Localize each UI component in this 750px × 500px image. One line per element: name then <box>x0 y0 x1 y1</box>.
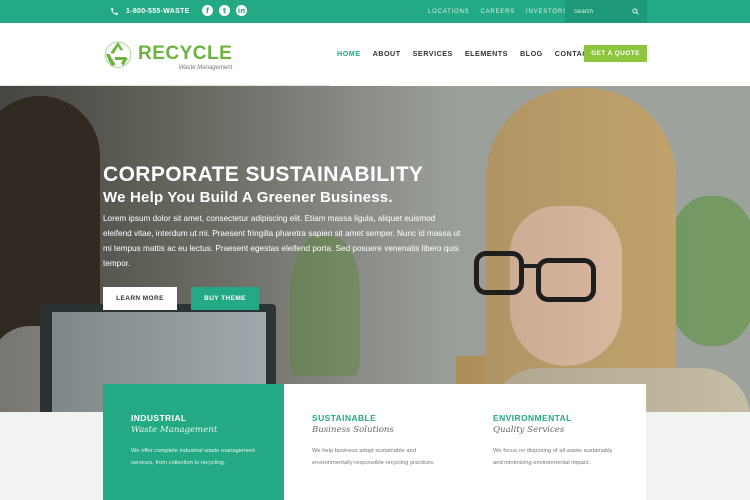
nav-item-blog[interactable]: BLOG <box>520 49 543 58</box>
phone-icon <box>111 8 118 15</box>
top-link-investors[interactable]: INVESTORS <box>526 9 568 15</box>
top-link-locations[interactable]: LOCATIONS <box>428 9 469 15</box>
search-input[interactable] <box>574 8 630 15</box>
logo-tagline: Waste Management <box>178 65 233 71</box>
feature-title: SUSTAINABLE <box>312 413 377 423</box>
phone-number: 1-800-555-WASTE <box>126 8 190 15</box>
feature-industrial[interactable]: INDUSTRIAL Waste Management We offer com… <box>103 384 284 500</box>
feature-body: We focus on disposing of all waste susta… <box>493 448 613 466</box>
feature-title: ENVIRONMENTAL <box>493 413 572 423</box>
feature-subtitle: Waste Management <box>131 425 218 435</box>
main-header: RECYCLE Waste Management HOME ABOUT SERV… <box>0 23 750 87</box>
feature-boxes: INDUSTRIAL Waste Management We offer com… <box>103 384 647 500</box>
get-quote-button[interactable]: GET A QUOTE <box>584 45 647 62</box>
linkedin-icon[interactable]: in <box>236 5 247 16</box>
hero-section: CORPORATE SUSTAINABILITY We Help You Bui… <box>0 86 750 412</box>
search-icon[interactable] <box>632 8 639 15</box>
main-nav: HOME ABOUT SERVICES ELEMENTS BLOG CONTAC… <box>337 49 593 58</box>
facebook-icon[interactable]: f <box>202 5 213 16</box>
search-box <box>565 0 647 23</box>
feature-subtitle: Quality Services <box>493 425 565 435</box>
top-links: LOCATIONS CAREERS INVESTORS <box>428 0 568 23</box>
twitter-icon[interactable]: t <box>219 5 230 16</box>
social-links: f t in <box>202 5 247 16</box>
feature-body: We offer complete industrial waste manag… <box>131 448 255 466</box>
buy-theme-button[interactable]: BUY THEME <box>191 287 259 310</box>
recycle-icon <box>104 41 132 69</box>
feature-subtitle: Business Solutions <box>312 425 394 435</box>
logo[interactable]: RECYCLE Waste Management <box>103 39 232 71</box>
hero-subtitle: We Help You Build A Greener Business. <box>103 189 393 206</box>
feature-environmental[interactable]: ENVIRONMENTAL Quality Services We focus … <box>465 384 646 500</box>
hero-buttons: LEARN MORE BUY THEME <box>103 287 259 310</box>
feature-sustainable[interactable]: SUSTAINABLE Business Solutions We help b… <box>284 384 465 500</box>
nav-item-about[interactable]: ABOUT <box>373 49 401 58</box>
top-link-careers[interactable]: CAREERS <box>480 9 515 15</box>
hero-title: CORPORATE SUSTAINABILITY <box>103 163 424 186</box>
nav-item-services[interactable]: SERVICES <box>413 49 453 58</box>
logo-name: RECYCLE <box>138 43 233 64</box>
phone-contact[interactable]: 1-800-555-WASTE <box>110 0 190 23</box>
feature-title: INDUSTRIAL <box>131 413 187 423</box>
nav-item-elements[interactable]: ELEMENTS <box>465 49 508 58</box>
nav-item-home[interactable]: HOME <box>337 49 361 58</box>
top-bar: 1-800-555-WASTE f t in LOCATIONS CAREERS… <box>0 0 750 23</box>
learn-more-button[interactable]: LEARN MORE <box>103 287 177 310</box>
hero-content: CORPORATE SUSTAINABILITY We Help You Bui… <box>103 163 473 310</box>
hero-body: Lorem ipsum dolor sit amet, consectetur … <box>103 214 461 268</box>
feature-body: We help business adopt sustainable and e… <box>312 448 435 466</box>
